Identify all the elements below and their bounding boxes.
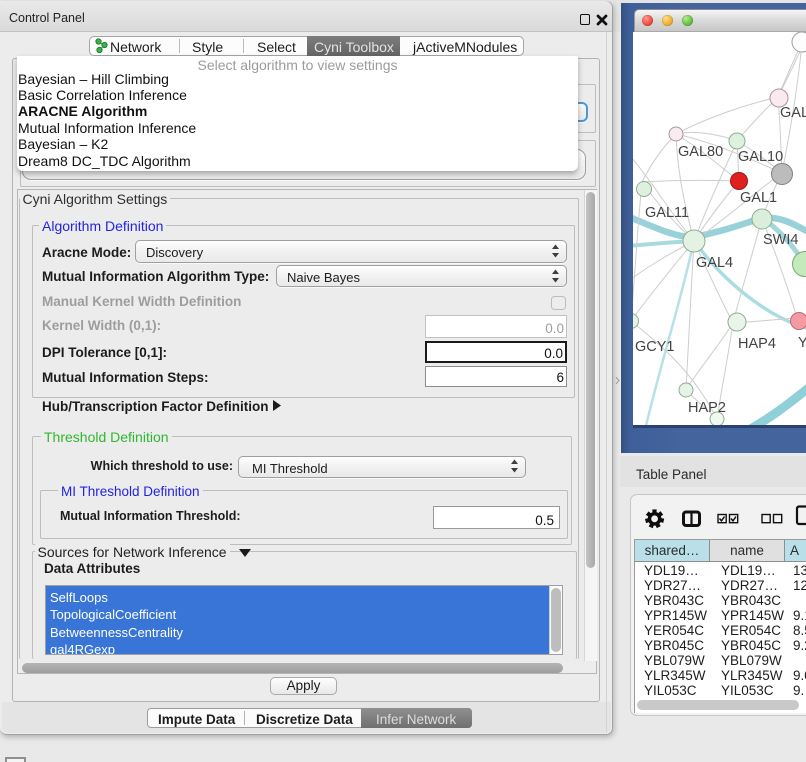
svg-text:GAL1: GAL1 xyxy=(740,190,777,206)
svg-text:GAL10: GAL10 xyxy=(738,149,783,165)
svg-text:SWI4: SWI4 xyxy=(763,232,798,248)
svg-text:GAL4: GAL4 xyxy=(696,255,733,271)
svg-text:GAL7: GAL7 xyxy=(780,105,806,121)
svg-text:YL: YL xyxy=(798,335,806,351)
svg-text:GCY1: GCY1 xyxy=(635,339,675,355)
svg-text:HAP2: HAP2 xyxy=(688,400,726,416)
svg-text:GAL80: GAL80 xyxy=(678,144,723,160)
svg-text:HAP4: HAP4 xyxy=(738,336,776,352)
svg-text:GAL11: GAL11 xyxy=(645,205,689,221)
